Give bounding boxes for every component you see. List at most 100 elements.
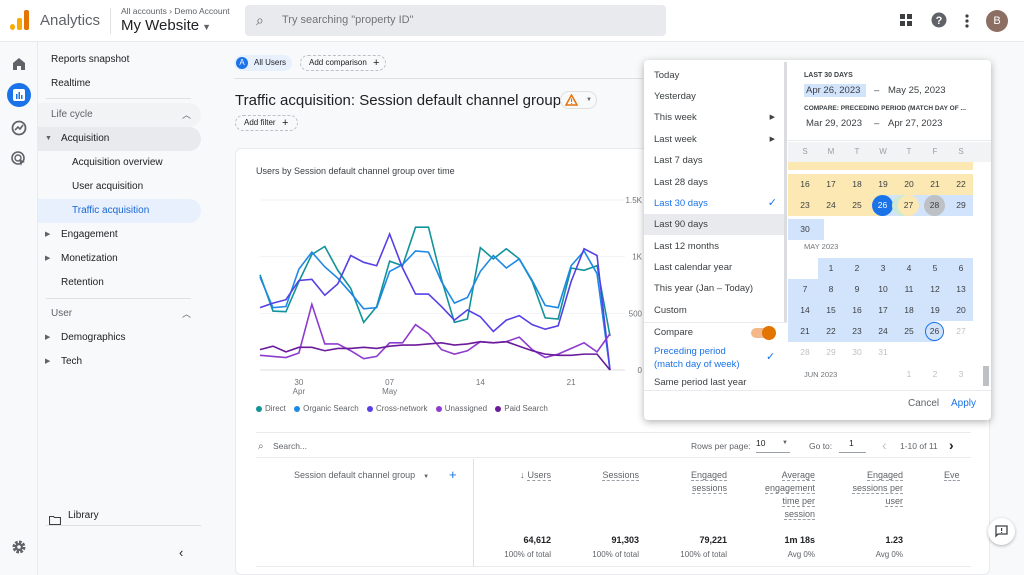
calendar-day[interactable]: 26 [872, 195, 893, 216]
calendar-day[interactable]: 19 [870, 174, 896, 195]
preset-this-year[interactable]: This year (Jan – Today) [644, 278, 787, 299]
calendar-day[interactable]: 25 [896, 321, 922, 342]
calendar-day[interactable]: 10 [870, 279, 896, 300]
segment-chip-all-users[interactable]: A All Users [234, 55, 292, 71]
calendar-day[interactable]: 5 [922, 258, 948, 279]
compare-preceding-period[interactable]: Preceding period (match day of week) [654, 345, 740, 371]
calendar-day[interactable]: 6 [948, 258, 974, 279]
compare-toggle-row[interactable]: Compare [644, 322, 787, 343]
legend-item[interactable]: Cross-network [366, 404, 428, 413]
calendar-day[interactable]: 12 [922, 279, 948, 300]
advertising-icon[interactable] [9, 149, 29, 169]
nav-tech[interactable]: ▶ Tech [38, 350, 201, 374]
calendar-day[interactable]: 3 [948, 364, 974, 385]
calendar-day[interactable]: 11 [896, 279, 922, 300]
preset-yesterday[interactable]: Yesterday [644, 86, 787, 107]
home-icon[interactable] [9, 54, 29, 74]
calendar-day[interactable]: 14 [792, 300, 818, 321]
preset-today[interactable]: Today [644, 65, 787, 86]
collapse-nav-chevron-icon[interactable]: ‹ [179, 545, 183, 560]
calendar-day[interactable]: 20 [948, 300, 974, 321]
nav-section-user[interactable]: User ︿ [38, 302, 201, 326]
column-header-sessions[interactable]: Sessions [565, 469, 639, 482]
nav-demographics[interactable]: ▶ Demographics [38, 326, 201, 350]
add-dimension-plus-icon[interactable]: + [449, 467, 457, 482]
property-selector[interactable]: My Website ▼ [121, 17, 211, 34]
calendar-day[interactable]: 3 [870, 258, 896, 279]
start-date-input[interactable]: Apr 26, 2023 [804, 84, 866, 97]
preset-last-7-days[interactable]: Last 7 days [644, 150, 787, 171]
cancel-button[interactable]: Cancel [908, 398, 939, 409]
calendar-day[interactable]: 27 [898, 195, 919, 216]
calendar-day[interactable]: 30 [844, 342, 870, 363]
calendar-day[interactable]: 24 [818, 195, 844, 216]
compare-toggle[interactable] [751, 326, 776, 340]
calendar-day[interactable]: 22 [948, 174, 974, 195]
calendar-day[interactable]: 22 [818, 321, 844, 342]
dimension-header[interactable]: Session default channel group ▼ [294, 470, 429, 480]
goto-input[interactable]: 1 [839, 438, 866, 453]
search-bar[interactable]: ⌕ Try searching "property ID" [245, 5, 666, 36]
data-quality-button[interactable]: ▼ [560, 91, 597, 109]
column-header-users[interactable]: ↓ Users [480, 469, 551, 482]
nav-section-lifecycle[interactable]: Life cycle ︿ [38, 103, 201, 127]
avatar[interactable]: B [986, 10, 1008, 32]
calendar-day[interactable]: 27 [948, 321, 974, 342]
preset-last-week[interactable]: Last week ▶ [644, 129, 787, 150]
preset-last-90-days[interactable]: Last 90 days [644, 214, 787, 235]
calendar-day[interactable]: 28 [792, 342, 818, 363]
settings-icon[interactable] [9, 537, 29, 557]
compare-same-period-last-year[interactable]: Same period last year [654, 377, 746, 388]
calendar-day[interactable]: 7 [792, 279, 818, 300]
series-line-direct[interactable] [259, 226, 611, 337]
calendar-day[interactable]: 21 [792, 321, 818, 342]
calendar-day[interactable]: 29 [948, 195, 974, 216]
calendar-day[interactable]: 29 [818, 342, 844, 363]
table-search-input[interactable]: Search... [273, 441, 307, 451]
reports-icon[interactable] [7, 83, 31, 107]
legend-item[interactable]: Direct [256, 404, 286, 413]
legend-item[interactable]: Unassigned [435, 404, 487, 413]
calendar-day[interactable]: 15 [818, 300, 844, 321]
scrollbar[interactable] [784, 62, 787, 322]
calendar-day[interactable]: 8 [818, 279, 844, 300]
calendar-day[interactable]: 17 [818, 174, 844, 195]
nav-user-acquisition[interactable]: User acquisition [38, 175, 201, 199]
apply-button[interactable]: Apply [951, 398, 976, 409]
add-filter-button[interactable]: Add filter + [235, 115, 298, 131]
calendar-day[interactable]: 13 [948, 279, 974, 300]
calendar-day[interactable]: 16 [792, 174, 818, 195]
calendar-day[interactable]: 26 [925, 322, 944, 341]
calendar-day[interactable]: 25 [844, 195, 870, 216]
calendar-day[interactable]: 20 [896, 174, 922, 195]
series-line-organic-search[interactable] [259, 249, 611, 371]
preset-last-30-days[interactable]: Last 30 days ✓ [644, 193, 787, 214]
next-page-chevron-icon[interactable]: › [949, 437, 954, 453]
nav-reports-snapshot[interactable]: Reports snapshot [38, 48, 201, 72]
rows-per-page-select[interactable]: 10 ▼ [756, 438, 790, 453]
column-header-engaged-sessions-per-user[interactable]: Engaged sessions per user [843, 469, 903, 508]
help-icon[interactable]: ? [931, 12, 947, 32]
preset-last-12-months[interactable]: Last 12 months [644, 236, 787, 257]
preset-this-week[interactable]: This week ▶ [644, 107, 787, 128]
explore-icon[interactable] [9, 118, 29, 138]
calendar-day[interactable]: 2 [844, 258, 870, 279]
nav-acquisition[interactable]: ▼ Acquisition [38, 127, 201, 151]
breadcrumb[interactable]: All accounts › Demo Account [121, 6, 230, 16]
nav-engagement[interactable]: ▶ Engagement [38, 223, 201, 247]
calendar-day[interactable]: 23 [792, 195, 818, 216]
more-vert-icon[interactable] [964, 13, 970, 33]
calendar-day[interactable]: 30 [792, 219, 818, 240]
calendar-day[interactable]: 18 [844, 174, 870, 195]
feedback-button[interactable] [988, 518, 1015, 545]
calendar-day[interactable]: 28 [924, 195, 945, 216]
nav-traffic-acquisition[interactable]: Traffic acquisition [38, 199, 201, 223]
calendar-day[interactable]: 1 [818, 258, 844, 279]
column-header-events[interactable]: Eve [944, 469, 962, 482]
apps-grid-icon[interactable] [899, 13, 913, 31]
calendar-day[interactable]: 19 [922, 300, 948, 321]
calendar-day[interactable]: 2 [922, 364, 948, 385]
calendar-day[interactable]: 18 [896, 300, 922, 321]
preset-custom[interactable]: Custom [644, 300, 787, 321]
compare-end-date-input[interactable]: Apr 27, 2023 [888, 118, 942, 129]
